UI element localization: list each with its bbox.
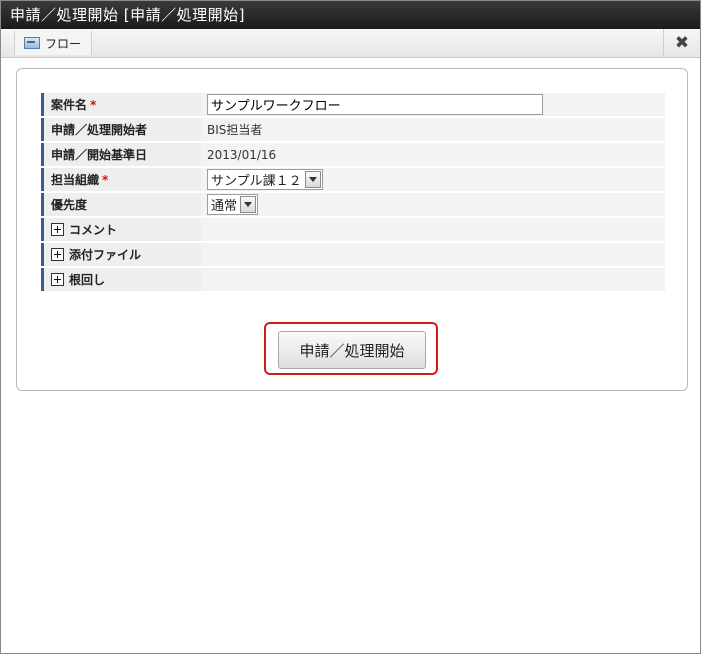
section-attachment-label: 添付ファイル [69, 247, 142, 262]
field-row-priority: 優先度 通常 [41, 193, 665, 216]
section-row-comment: コメント [41, 218, 665, 241]
request-form: 案件名* 申請／処理開始者 BIS担当者 申請／開始基準日 2013/01/16… [41, 91, 665, 293]
plus-icon [51, 247, 64, 261]
field-row-base-date: 申請／開始基準日 2013/01/16 [41, 143, 665, 166]
priority-select[interactable]: 通常 [207, 194, 259, 215]
section-comment-value [201, 218, 665, 241]
section-comment-header: コメント [41, 218, 201, 241]
base-date-value: 2013/01/16 [201, 143, 665, 166]
expand-attachment-toggle[interactable]: 添付ファイル [51, 246, 141, 263]
plus-icon [51, 272, 64, 286]
field-label-priority: 優先度 [41, 193, 201, 216]
section-nemawashi-value [201, 268, 665, 291]
plus-icon [51, 222, 64, 236]
organization-select[interactable]: サンプル課１２ [207, 169, 323, 190]
dialog-window: 申請／処理開始 [申請／処理開始] フロー ✖ 案件名* 申請／処理開始者 BI… [0, 0, 701, 654]
expand-nemawashi-toggle[interactable]: 根回し [51, 271, 105, 288]
form-panel: 案件名* 申請／処理開始者 BIS担当者 申請／開始基準日 2013/01/16… [16, 68, 688, 391]
tab-flow[interactable]: フロー [14, 31, 93, 55]
field-row-organization: 担当組織 * サンプル課１２ [41, 168, 665, 191]
window-title: 申請／処理開始 [申請／処理開始] [1, 1, 700, 29]
section-comment-label: コメント [69, 222, 118, 237]
field-row-matter-name: 案件名 * [41, 93, 665, 116]
field-row-applicant: 申請／処理開始者 BIS担当者 [41, 118, 665, 141]
toolbar: フロー ✖ [1, 29, 700, 58]
matter-name-input[interactable] [207, 94, 543, 115]
close-button[interactable]: ✖ [663, 29, 700, 57]
chevron-down-icon [240, 196, 257, 213]
section-attachment-header: 添付ファイル [41, 243, 201, 266]
tab-flow-label: フロー [45, 36, 82, 51]
section-nemawashi-label: 根回し [69, 272, 106, 287]
field-value-matter-name [201, 93, 665, 116]
field-label-base-date: 申請／開始基準日 [41, 143, 201, 166]
flow-icon [24, 37, 40, 49]
applicant-value: BIS担当者 [201, 118, 665, 141]
required-mark: * [90, 98, 97, 112]
close-icon: ✖ [674, 33, 690, 53]
chevron-down-icon [304, 171, 321, 188]
submit-highlight: 申請／処理開始 [264, 322, 438, 375]
section-row-nemawashi: 根回し [41, 268, 665, 291]
submit-start-button[interactable]: 申請／処理開始 [278, 331, 426, 369]
section-row-attachment: 添付ファイル [41, 243, 665, 266]
field-label-applicant: 申請／処理開始者 [41, 118, 201, 141]
section-attachment-value [201, 243, 665, 266]
field-value-priority: 通常 [201, 193, 665, 216]
required-mark: * [102, 173, 109, 187]
field-label-matter-name: 案件名 * [41, 93, 201, 116]
priority-selected: 通常 [211, 199, 238, 214]
expand-comment-toggle[interactable]: コメント [51, 221, 117, 238]
section-nemawashi-header: 根回し [41, 268, 201, 291]
field-value-organization: サンプル課１２ [201, 168, 665, 191]
field-label-organization: 担当組織 * [41, 168, 201, 191]
organization-selected: サンプル課１２ [211, 174, 302, 189]
